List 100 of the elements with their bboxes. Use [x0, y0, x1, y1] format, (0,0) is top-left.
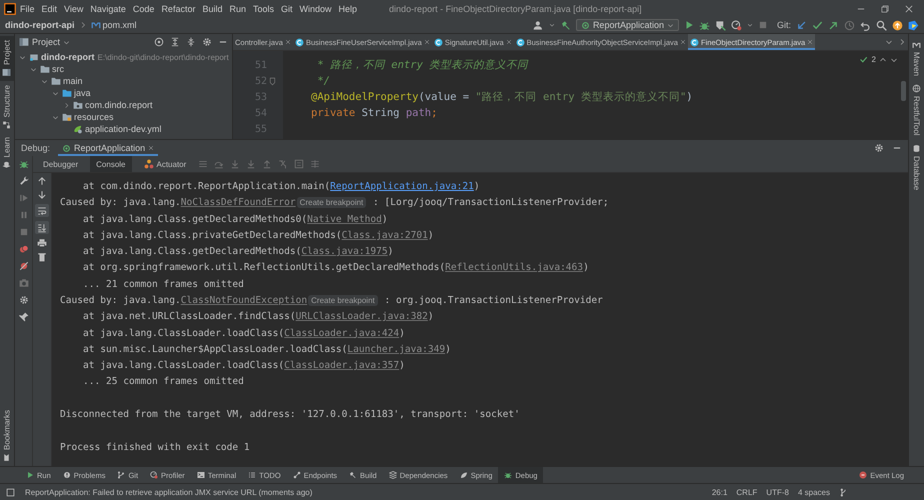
tree-item[interactable]: com.dindo.report: [73, 99, 153, 111]
logo-icon[interactable]: [908, 20, 919, 30]
print-icon[interactable]: [37, 238, 47, 248]
profiler-icon[interactable]: [730, 20, 742, 30]
update-icon[interactable]: [892, 20, 903, 30]
close-icon[interactable]: [424, 39, 430, 45]
branch-icon[interactable]: [839, 488, 848, 496]
tool-window-tab[interactable]: Maven: [912, 40, 921, 76]
menu-item[interactable]: Window: [296, 4, 335, 14]
session-tab[interactable]: ReportApplication: [58, 140, 158, 156]
hammer-icon[interactable]: [560, 20, 571, 30]
create-breakpoint-hint[interactable]: Create breakpoint: [296, 197, 366, 208]
restore-icon[interactable]: [880, 4, 890, 14]
close-icon[interactable]: [680, 39, 686, 45]
chevron-up-icon[interactable]: [879, 56, 887, 64]
bug-icon[interactable]: [698, 20, 710, 30]
breakpoints-icon[interactable]: [18, 244, 28, 254]
coverage-icon[interactable]: [714, 20, 726, 30]
tool-window-tab[interactable]: RestfulTool: [912, 84, 921, 136]
check-icon[interactable]: [812, 20, 823, 30]
source-link[interactable]: Native Method: [307, 214, 382, 224]
breadcrumb[interactable]: pom.xml: [90, 20, 137, 30]
check-icon[interactable]: [860, 55, 869, 64]
expand-all-icon[interactable]: [170, 37, 180, 47]
menu-item[interactable]: Tools: [250, 4, 277, 14]
view-tab[interactable]: Console: [90, 156, 132, 172]
menu-item[interactable]: Refactor: [158, 4, 198, 14]
push-arrow-icon[interactable]: [828, 20, 839, 30]
tree-item[interactable]: dindo-report: [29, 51, 94, 63]
source-link[interactable]: ReflectionUtils.java:463: [445, 262, 584, 274]
expand-caret-icon[interactable]: [63, 102, 70, 108]
close-icon[interactable]: [148, 145, 154, 152]
close-icon[interactable]: [807, 39, 814, 45]
tree-item[interactable]: main: [51, 75, 83, 87]
user-icon[interactable]: [532, 20, 544, 30]
bug-icon[interactable]: [18, 159, 28, 170]
search-icon[interactable]: [876, 20, 887, 30]
tree-item[interactable]: src: [40, 63, 64, 75]
run-configuration-dropdown[interactable]: ReportApplication: [576, 19, 679, 31]
menu-item[interactable]: Build: [199, 4, 226, 14]
status-item[interactable]: 26:1: [712, 488, 728, 496]
caret-icon[interactable]: [885, 38, 893, 46]
collapse-caret-icon[interactable]: [52, 114, 59, 120]
source-link[interactable]: Class.java:2701: [342, 230, 428, 241]
menu-item[interactable]: Git: [278, 4, 296, 14]
status-item[interactable]: 4 spaces: [798, 488, 830, 496]
settings-icon[interactable]: [18, 295, 28, 306]
tool-window-tab[interactable]: Structure: [0, 80, 14, 134]
menu-item[interactable]: View: [61, 4, 86, 14]
locate-icon[interactable]: [154, 37, 164, 47]
source-link[interactable]: NoClassDefFoundError: [180, 197, 296, 208]
fold-marker-icon[interactable]: [268, 76, 277, 86]
source-link[interactable]: ReportApplication.java:21: [330, 180, 474, 192]
create-breakpoint-hint[interactable]: Create breakpoint: [308, 294, 378, 306]
settings-icon[interactable]: [202, 37, 212, 47]
collapse-caret-icon[interactable]: [41, 78, 48, 84]
down-arrow-icon[interactable]: [37, 190, 47, 200]
status-item[interactable]: CRLF: [736, 488, 758, 496]
status-item[interactable]: UTF-8: [766, 488, 789, 496]
close-icon[interactable]: [904, 4, 914, 14]
breadcrumb[interactable]: dindo-report-api: [5, 20, 74, 30]
undo-icon[interactable]: [860, 20, 871, 30]
source-link[interactable]: ClassLoader.java:357: [284, 360, 400, 372]
menu-item[interactable]: Help: [336, 4, 360, 14]
up-arrow-icon[interactable]: [37, 176, 47, 186]
source-link[interactable]: Class.java:1975: [301, 246, 388, 258]
tool-window-tab[interactable]: Learn: [0, 133, 14, 174]
run-icon[interactable]: [684, 20, 694, 30]
source-link[interactable]: Launcher.java:349: [347, 344, 446, 355]
tree-item[interactable]: application-dev.yml: [73, 123, 162, 135]
collapse-caret-icon[interactable]: [19, 54, 26, 60]
panel-title-dropdown[interactable]: Project: [19, 37, 70, 47]
source-link[interactable]: URLClassLoader.java:382: [296, 311, 428, 322]
close-icon[interactable]: [284, 39, 291, 45]
menu-item[interactable]: Run: [226, 4, 249, 14]
trash-icon[interactable]: [37, 252, 47, 262]
tree-item[interactable]: java: [62, 87, 91, 99]
collapse-all-icon[interactable]: [186, 37, 196, 47]
mute-breakpoints-icon[interactable]: [18, 261, 28, 272]
settings-icon[interactable]: [874, 143, 884, 154]
pin-icon[interactable]: [18, 312, 28, 322]
view-tab[interactable]: Actuator: [138, 156, 192, 172]
source-link[interactable]: ClassNotFoundException: [180, 294, 308, 306]
menu-item[interactable]: Navigate: [87, 4, 129, 14]
scrollbar-thumb[interactable]: [901, 81, 906, 101]
close-icon[interactable]: [506, 39, 512, 45]
menu-item[interactable]: File: [17, 4, 38, 14]
update-arrow-icon[interactable]: [796, 20, 807, 30]
tool-window-tab[interactable]: Bookmarks: [0, 406, 14, 466]
view-tab[interactable]: Debugger: [37, 156, 84, 172]
wrench-icon[interactable]: [18, 176, 28, 186]
menu-item[interactable]: Code: [130, 4, 158, 14]
tool-window-tab[interactable]: Database: [912, 144, 921, 190]
collapse-caret-icon[interactable]: [30, 66, 37, 72]
source-link[interactable]: ClassLoader.java:424: [284, 328, 400, 339]
tree-item[interactable]: resources: [62, 111, 114, 123]
chevron-down-icon[interactable]: [890, 56, 898, 64]
menu-item[interactable]: Edit: [38, 4, 60, 14]
tool-window-tab[interactable]: Project: [0, 36, 14, 81]
collapse-caret-icon[interactable]: [52, 90, 59, 96]
